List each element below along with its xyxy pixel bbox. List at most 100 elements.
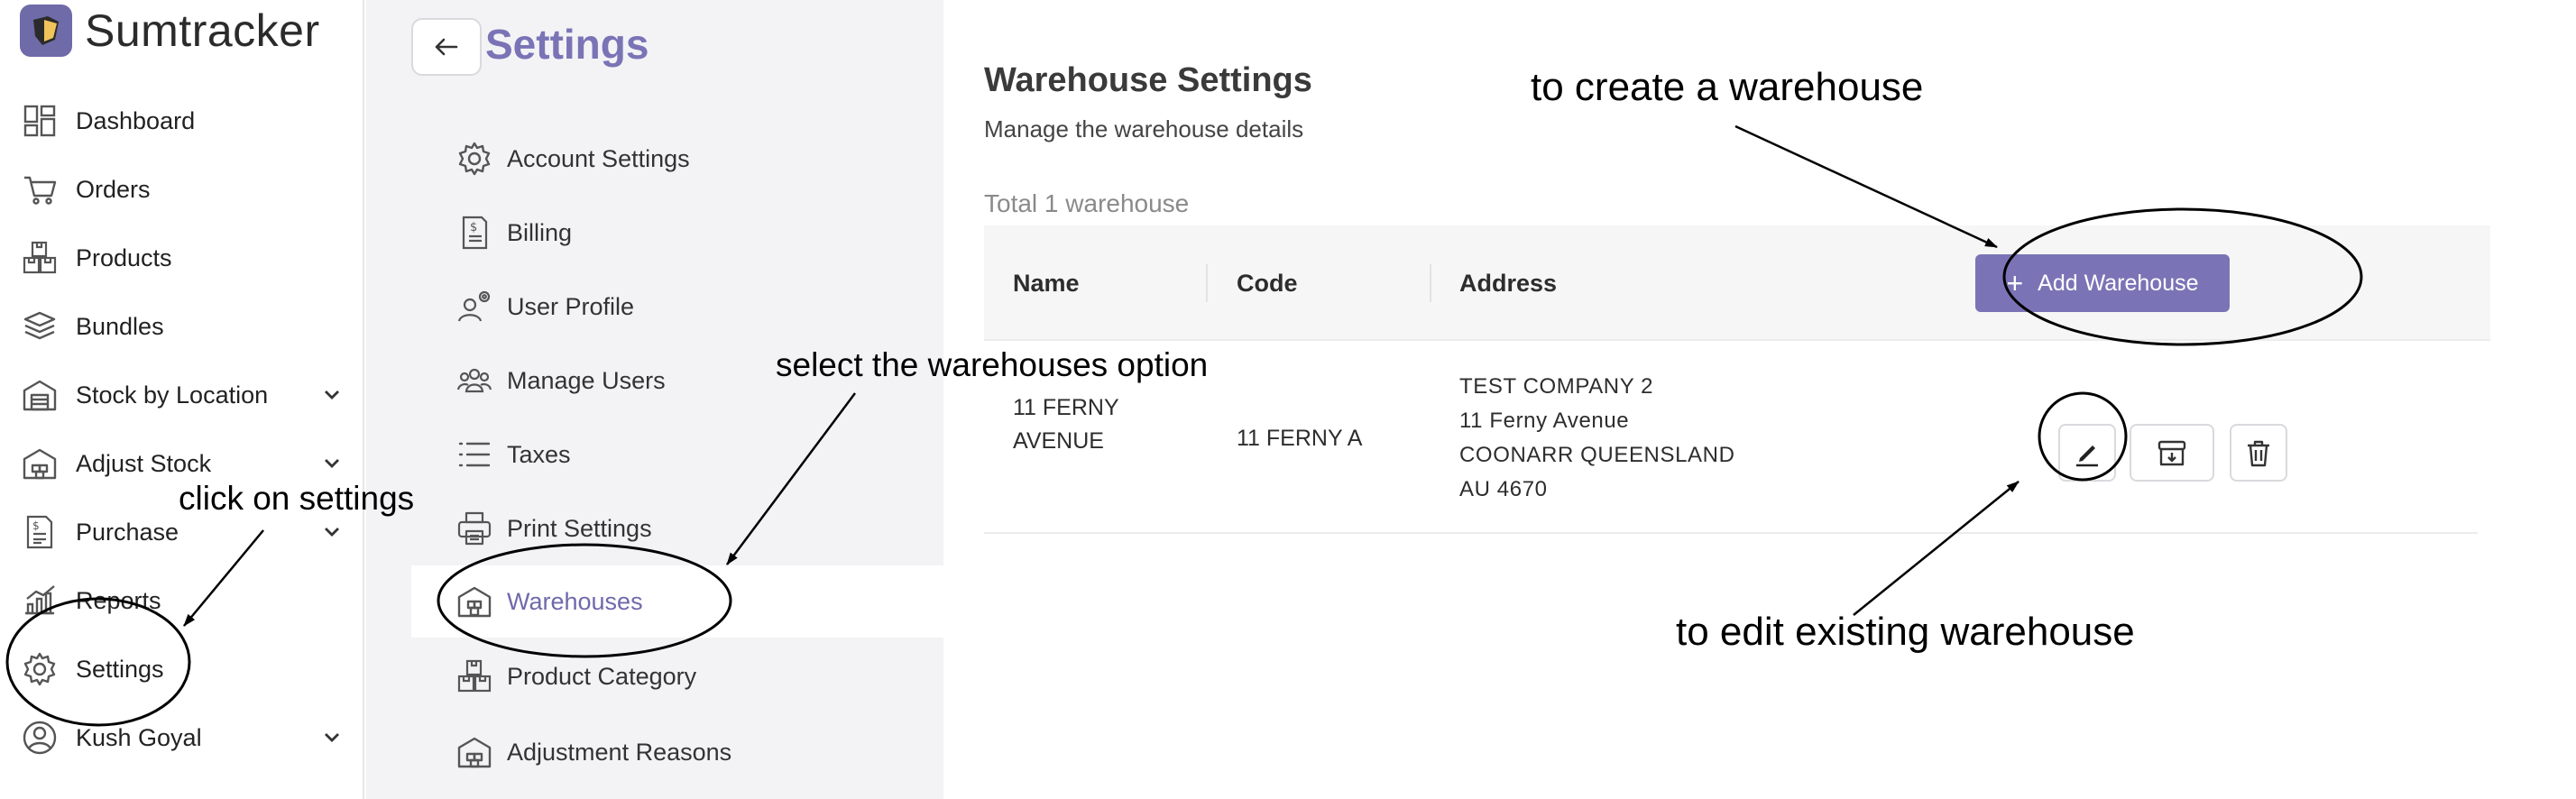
settings-menu-label: User Profile <box>507 292 635 320</box>
sidebar-item-reports[interactable]: Reports <box>20 575 345 626</box>
sidebar-item-label: Adjust Stock <box>76 449 212 477</box>
pencil-icon <box>2072 437 2102 468</box>
archive-icon <box>2156 436 2188 469</box>
sidebar-item-label: Bundles <box>76 312 164 340</box>
settings-menu-warehouses[interactable]: Warehouses <box>411 565 943 638</box>
page-subtitle: Manage the warehouse details <box>984 115 1304 142</box>
sidebar-item-label: Orders <box>76 175 151 203</box>
warehouse-icon <box>20 375 60 415</box>
sidebar-item-user[interactable]: Kush Goyal <box>20 712 345 763</box>
address-line: 11 Ferny Avenue <box>1459 409 1630 433</box>
brand-logo-icon <box>20 5 72 57</box>
dashboard-icon <box>20 101 60 141</box>
layers-icon <box>20 307 60 346</box>
warehouse-icon <box>455 582 494 621</box>
sidebar-item-bundles[interactable]: Bundles <box>20 301 345 352</box>
sidebar-item-label: Settings <box>76 655 164 683</box>
sidebar-item-settings[interactable]: Settings <box>20 644 345 694</box>
settings-menu-label: Adjustment Reasons <box>507 738 732 766</box>
total-count: Total 1 warehouse <box>984 189 1190 217</box>
boxes-icon <box>20 238 60 278</box>
add-warehouse-label: Add Warehouse <box>2038 270 2199 296</box>
sidebar-item-label: Kush Goyal <box>76 723 202 751</box>
sidebar-item-label: Dashboard <box>76 106 196 134</box>
warehouse-code: 11 FERNY A <box>1237 426 1363 451</box>
svg-text:$: $ <box>32 519 40 532</box>
svg-text:$: $ <box>470 221 477 234</box>
warehouse-name-line: AVENUE <box>1013 428 1104 454</box>
user-circle-icon <box>20 718 60 758</box>
sidebar-item-label: Purchase <box>76 518 179 546</box>
sidebar-item-label: Products <box>76 243 172 271</box>
gear-icon <box>455 139 494 179</box>
delete-button[interactable] <box>2230 424 2287 482</box>
settings-menu-label: Warehouses <box>507 587 643 615</box>
arrow-left-icon <box>431 32 462 62</box>
chevron-down-icon[interactable] <box>319 382 345 408</box>
printer-icon <box>455 509 494 548</box>
warehouse-name: 11 FERNY AVENUE <box>1013 391 1119 458</box>
settings-menu-label: Taxes <box>507 440 571 468</box>
warehouse-adjust-icon <box>20 444 60 483</box>
sidebar-item-products[interactable]: Products <box>20 233 345 283</box>
sidebar-item-stock-by-location[interactable]: Stock by Location <box>20 370 345 420</box>
invoice-icon: $ <box>20 512 60 552</box>
address-line: TEST COMPANY 2 <box>1459 374 1654 399</box>
sidebar-item-label: Stock by Location <box>76 381 269 409</box>
settings-menu-adjustment-reasons[interactable]: Adjustment Reasons <box>411 716 943 788</box>
column-header-address[interactable]: Address <box>1459 225 1557 341</box>
address-line: AU 4670 <box>1459 477 1548 501</box>
trash-icon <box>2243 437 2274 468</box>
settings-menu-print[interactable]: Print Settings <box>411 492 943 565</box>
edit-button[interactable] <box>2058 424 2116 482</box>
settings-title: Settings <box>485 21 649 68</box>
archive-button[interactable] <box>2130 424 2214 482</box>
users-icon <box>455 361 494 400</box>
warehouse-adjust-icon <box>455 732 494 772</box>
settings-menu-product-category[interactable]: Product Category <box>411 640 943 712</box>
annotation-create: to create a warehouse <box>1531 65 1924 109</box>
settings-menu-taxes[interactable]: Taxes <box>411 418 943 491</box>
sidebar: Sumtracker Dashboard Orders Products Bun… <box>0 0 364 799</box>
settings-menu-label: Manage Users <box>507 366 666 394</box>
settings-menu-label: Print Settings <box>507 514 652 542</box>
column-divider <box>1206 264 1208 302</box>
settings-menu-account[interactable]: Account Settings <box>411 123 943 195</box>
chevron-down-icon[interactable] <box>319 725 345 750</box>
sidebar-item-label: Reports <box>76 586 161 614</box>
cart-icon <box>20 170 60 209</box>
warehouse-address: TEST COMPANY 2 11 Ferny Avenue COONARR Q… <box>1459 370 1735 507</box>
column-header-name[interactable]: Name <box>1013 225 1080 341</box>
settings-menu-label: Billing <box>507 218 573 246</box>
table-header: Name Code Address <box>984 225 2490 341</box>
gear-icon <box>20 649 60 689</box>
chevron-down-icon[interactable] <box>319 519 345 545</box>
list-icon <box>455 435 494 474</box>
back-button[interactable] <box>411 18 482 76</box>
warehouse-settings-card: Warehouse Settings Manage the warehouse … <box>943 16 2531 799</box>
settings-menu-billing[interactable]: $ Billing <box>411 197 943 269</box>
annotation-edit: to edit existing warehouse <box>1676 610 2135 654</box>
bill-icon: $ <box>455 213 494 253</box>
chart-icon <box>20 581 60 620</box>
address-line: COONARR QUEENSLAND <box>1459 443 1735 467</box>
brand[interactable]: Sumtracker <box>20 4 320 58</box>
settings-menu-user-profile[interactable]: User Profile <box>411 271 943 343</box>
boxes-icon <box>455 657 494 696</box>
annotation-settings: click on settings <box>179 480 415 517</box>
chevron-down-icon[interactable] <box>319 451 345 476</box>
settings-menu-label: Account Settings <box>507 144 690 172</box>
sidebar-item-dashboard[interactable]: Dashboard <box>20 96 345 146</box>
settings-menu-label: Product Category <box>507 662 697 690</box>
sidebar-item-orders[interactable]: Orders <box>20 164 345 215</box>
add-warehouse-button[interactable]: + Add Warehouse <box>1975 254 2230 312</box>
annotation-select: select the warehouses option <box>776 346 1209 383</box>
plus-icon: + <box>2006 267 2024 299</box>
settings-panel: Settings Account Settings $ Billing User… <box>366 0 943 799</box>
user-gear-icon <box>455 287 494 326</box>
brand-name: Sumtracker <box>85 5 320 56</box>
page-title: Warehouse Settings <box>984 61 1312 99</box>
column-divider <box>1430 264 1431 302</box>
warehouse-name-line: 11 FERNY <box>1013 395 1119 420</box>
column-header-code[interactable]: Code <box>1237 225 1298 341</box>
